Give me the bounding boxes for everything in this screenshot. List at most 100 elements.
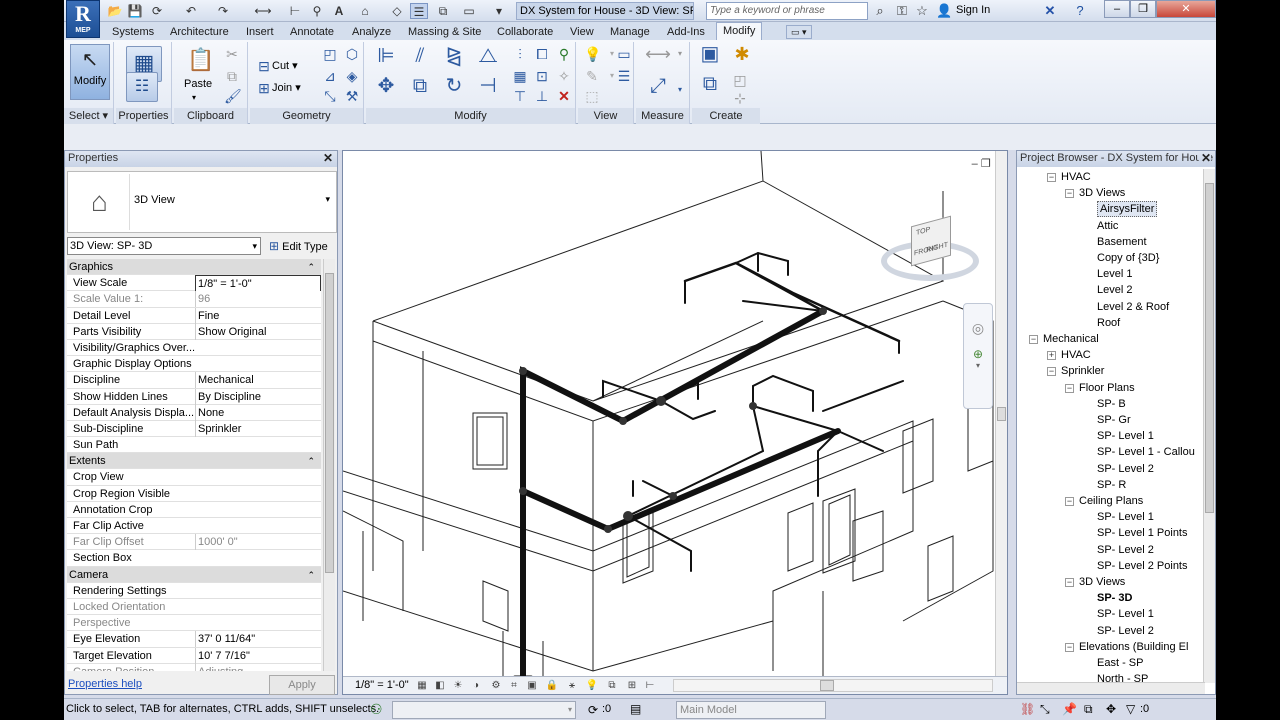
- array-icon[interactable]: ▦: [512, 68, 528, 84]
- cut-button[interactable]: Cut ▾: [272, 58, 298, 74]
- property-row[interactable]: Sun Path: [67, 437, 321, 454]
- measure-qat-icon[interactable]: ⟷: [254, 3, 272, 19]
- browser-item[interactable]: Elevations (Building El: [1079, 639, 1188, 655]
- properties-icon[interactable]: ☷: [126, 72, 158, 102]
- modify-button[interactable]: ↖ Modify: [70, 44, 110, 100]
- section-icon[interactable]: ◇: [388, 3, 406, 19]
- tab-manage[interactable]: Manage: [610, 24, 650, 40]
- editing-requests-icon[interactable]: ⟳: [588, 703, 598, 717]
- thin-lines-icon[interactable]: ☰: [410, 3, 428, 19]
- property-row[interactable]: Graphic Display OptionsEdit...: [67, 356, 321, 373]
- property-row[interactable]: Perspective: [67, 615, 321, 632]
- select-panel-label[interactable]: Select ▾: [64, 108, 113, 124]
- filter-icon[interactable]: ▽: [1126, 702, 1135, 716]
- browser-item[interactable]: SP- B: [1097, 396, 1126, 412]
- view-minimize-icon[interactable]: –: [972, 158, 978, 170]
- design-option-field[interactable]: Main Model: [676, 701, 826, 719]
- show-crop-icon[interactable]: ▣: [525, 679, 539, 692]
- properties-close-icon[interactable]: ✕: [323, 151, 333, 166]
- unpin-icon[interactable]: ✧: [556, 68, 572, 84]
- sync-icon[interactable]: ⟳: [148, 3, 166, 19]
- tab-insert[interactable]: Insert: [246, 24, 274, 40]
- search-input[interactable]: Type a keyword or phrase: [706, 2, 868, 20]
- property-row[interactable]: Discipline Mechanical: [67, 372, 321, 389]
- create-parts-icon[interactable]: ✱: [730, 45, 754, 70]
- browser-scrollbar[interactable]: [1203, 169, 1215, 683]
- collapse-node-icon[interactable]: −: [1047, 367, 1056, 377]
- property-row[interactable]: Rendering SettingsEdit...: [67, 582, 321, 599]
- select-pinned-icon[interactable]: 📌: [1062, 702, 1077, 716]
- 3d-view-canvas[interactable]: TOP FRONT RIGHT ◎ ⊕ ▾ – ❐ ✕ 1/8" = 1'-0"…: [342, 150, 1008, 695]
- browser-item[interactable]: Basement: [1097, 234, 1147, 250]
- expand-node-icon[interactable]: +: [1047, 351, 1056, 361]
- worksets-icon[interactable]: ⚇: [370, 701, 383, 718]
- type-selector[interactable]: ⌂ 3D View ▾: [67, 171, 337, 233]
- tab-view[interactable]: View: [570, 24, 594, 40]
- browser-scroll-thumb[interactable]: [1205, 183, 1214, 513]
- collapse-node-icon[interactable]: −: [1065, 497, 1074, 506]
- property-row[interactable]: Scale Value 1: 96: [67, 291, 321, 308]
- browser-close-icon[interactable]: ✕: [1198, 151, 1211, 166]
- tab-analyze[interactable]: Analyze: [352, 24, 391, 40]
- properties-scroll-thumb[interactable]: [325, 273, 334, 573]
- property-row[interactable]: Target Elevation 10' 7 7/16": [67, 647, 321, 664]
- undo-icon[interactable]: ↶: [182, 3, 200, 19]
- crop-view-icon[interactable]: ⌗: [507, 679, 521, 692]
- subscription-icon[interactable]: ⚿: [894, 3, 910, 19]
- browser-item[interactable]: Sprinkler: [1061, 363, 1104, 379]
- close-hidden-icon[interactable]: ⧉: [434, 3, 452, 19]
- workset-field[interactable]: ▾: [392, 701, 576, 719]
- visual-style-icon[interactable]: ◧: [433, 679, 447, 692]
- collapse-node-icon[interactable]: −: [1029, 335, 1038, 344]
- user-icon[interactable]: 👤: [936, 3, 952, 19]
- binoculars-icon[interactable]: ⌕: [872, 3, 888, 19]
- hide-icon[interactable]: 💡: [584, 46, 601, 62]
- tab-architecture[interactable]: Architecture: [170, 24, 229, 40]
- tab-systems[interactable]: Systems: [112, 24, 154, 40]
- browser-item[interactable]: 3D Views: [1079, 185, 1125, 201]
- default-3d-icon[interactable]: ⌂: [356, 3, 374, 19]
- move-icon[interactable]: ✥: [372, 76, 400, 102]
- scale-icon[interactable]: ⊡: [534, 68, 550, 84]
- copy-icon[interactable]: ⧉: [224, 68, 240, 84]
- dimension-dropdown-icon[interactable]: ▾: [672, 82, 688, 98]
- browser-item[interactable]: HVAC: [1061, 169, 1091, 185]
- save-icon[interactable]: 💾: [126, 3, 144, 19]
- temp-properties-icon[interactable]: ⧉: [605, 679, 619, 692]
- edit-type-button[interactable]: ⊞ Edit Type: [269, 237, 328, 256]
- viewcube[interactable]: TOP FRONT RIGHT: [881, 215, 981, 281]
- collapse-icon[interactable]: ⌃: [307, 259, 315, 275]
- property-row[interactable]: Sub-Discipline Sprinkler: [67, 420, 321, 438]
- zoom-icon[interactable]: ⊕: [964, 347, 992, 361]
- collapse-node-icon[interactable]: −: [1065, 189, 1074, 199]
- similar-icon[interactable]: ◰: [732, 72, 748, 88]
- browser-item[interactable]: SP- Level 1: [1097, 606, 1154, 622]
- filter-view-icon[interactable]: ☰: [616, 68, 632, 84]
- collapse-node-icon[interactable]: −: [1065, 642, 1074, 652]
- property-group[interactable]: Camera ⌃: [67, 566, 321, 583]
- create-group-icon[interactable]: ⧉: [696, 74, 724, 102]
- view-scrollbar[interactable]: [995, 151, 1007, 678]
- design-options-icon[interactable]: ▤: [630, 702, 641, 716]
- property-row[interactable]: Visibility/Graphics Over...Edit...: [67, 339, 321, 357]
- browser-item[interactable]: East - SP: [1097, 655, 1143, 671]
- temp-hide-icon[interactable]: ⚹: [565, 679, 579, 692]
- restore-button[interactable]: ❐: [1130, 0, 1156, 18]
- browser-item[interactable]: Roof: [1097, 315, 1120, 331]
- sign-in-button[interactable]: Sign In: [956, 4, 990, 16]
- shadows-icon[interactable]: ◑: [469, 679, 483, 692]
- join-roof-icon[interactable]: ⊿: [322, 68, 338, 84]
- switch-windows-icon[interactable]: ▭: [460, 3, 478, 19]
- property-row[interactable]: Section Box✓: [67, 550, 321, 567]
- dimension-icon[interactable]: ⊢: [286, 3, 304, 19]
- property-value[interactable]: 37' 0 11/64": [195, 631, 321, 648]
- horizontal-scroll-thumb[interactable]: [820, 680, 834, 691]
- property-row[interactable]: Eye Elevation 37' 0 11/64": [67, 631, 321, 648]
- property-row[interactable]: Far Clip Offset 1000' 0": [67, 534, 321, 551]
- property-row[interactable]: View Scale 1/8" = 1'-0": [67, 275, 321, 294]
- override-icon[interactable]: ▭: [616, 46, 632, 62]
- star-icon[interactable]: ☆: [914, 3, 930, 19]
- redo-icon[interactable]: ↷: [214, 3, 232, 19]
- horizontal-scrollbar[interactable]: [673, 679, 993, 692]
- property-value[interactable]: Show Original: [195, 323, 321, 340]
